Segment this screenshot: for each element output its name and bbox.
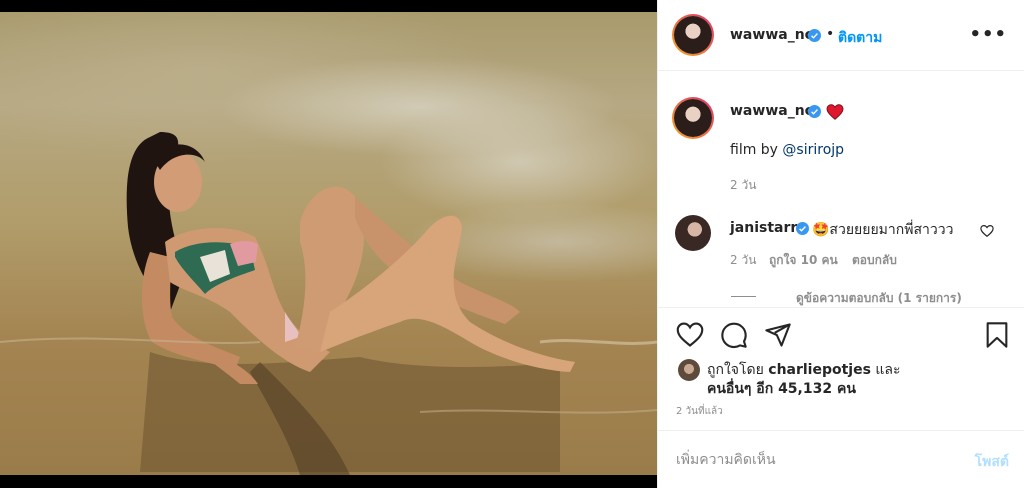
post-header: wawwa_nc • ติดตาม ••• xyxy=(658,0,1024,71)
post-timestamp[interactable]: 2 วันที่แล้ว xyxy=(676,404,723,419)
post-media[interactable] xyxy=(0,0,657,488)
comment-reply-button[interactable]: ตอบกลับ xyxy=(852,251,897,270)
photo-illustration xyxy=(0,132,657,475)
commenter-avatar[interactable] xyxy=(675,215,711,251)
more-options-icon[interactable]: ••• xyxy=(969,26,1007,44)
post-photo[interactable] xyxy=(0,12,657,475)
post-actions xyxy=(658,307,1024,357)
comment-like-heart-icon[interactable] xyxy=(980,224,994,238)
caption-text: film by @sirirojp xyxy=(730,142,844,158)
heart-icon[interactable] xyxy=(676,321,704,349)
comment-text: 🤩สวยยยยมากพี่สาววว xyxy=(812,222,954,238)
likes-prefix: ถูกใจโดย xyxy=(707,362,769,378)
likes-suffix: และ xyxy=(870,362,901,378)
verified-badge-icon xyxy=(796,222,809,235)
caption-prefix: film by xyxy=(730,142,783,158)
header-separator: • xyxy=(826,26,835,42)
verified-badge-icon xyxy=(808,29,821,42)
add-comment-bar: โพสต์ xyxy=(658,430,1024,488)
follow-button[interactable]: ติดตาม xyxy=(838,27,882,49)
comment-username[interactable]: janistarr xyxy=(730,220,797,236)
caption-username[interactable]: wawwa_nc xyxy=(730,103,813,119)
comment-bubble-icon[interactable] xyxy=(720,321,748,349)
comment-input[interactable] xyxy=(676,449,956,471)
comment-likes-count[interactable]: ถูกใจ 10 คน xyxy=(769,251,838,270)
post-sidebar: wawwa_nc • ติดตาม ••• wawwa_nc film by @… xyxy=(657,0,1024,488)
post-comment-button[interactable]: โพสต์ xyxy=(975,451,1009,473)
liker-avatar[interactable] xyxy=(678,359,700,381)
view-replies-link[interactable]: ดูข้อความตอบกลับ (1 รายการ) xyxy=(796,289,962,308)
likes-count[interactable]: คนอื่นๆ อีก 45,132 คน xyxy=(707,378,856,400)
replies-divider xyxy=(731,296,756,297)
caption-avatar[interactable] xyxy=(672,97,714,139)
author-username[interactable]: wawwa_nc xyxy=(730,27,813,43)
comment-time[interactable]: 2 วัน xyxy=(730,251,756,270)
likes-user[interactable]: charliepotjes xyxy=(768,362,871,378)
paper-plane-icon[interactable] xyxy=(764,321,792,349)
caption-mention[interactable]: @sirirojp xyxy=(782,142,844,158)
caption-time[interactable]: 2 วัน xyxy=(730,176,756,195)
red-heart-emoji xyxy=(826,104,844,120)
author-avatar[interactable] xyxy=(672,14,714,56)
verified-badge-icon xyxy=(808,105,821,118)
bookmark-icon[interactable] xyxy=(983,321,1011,349)
